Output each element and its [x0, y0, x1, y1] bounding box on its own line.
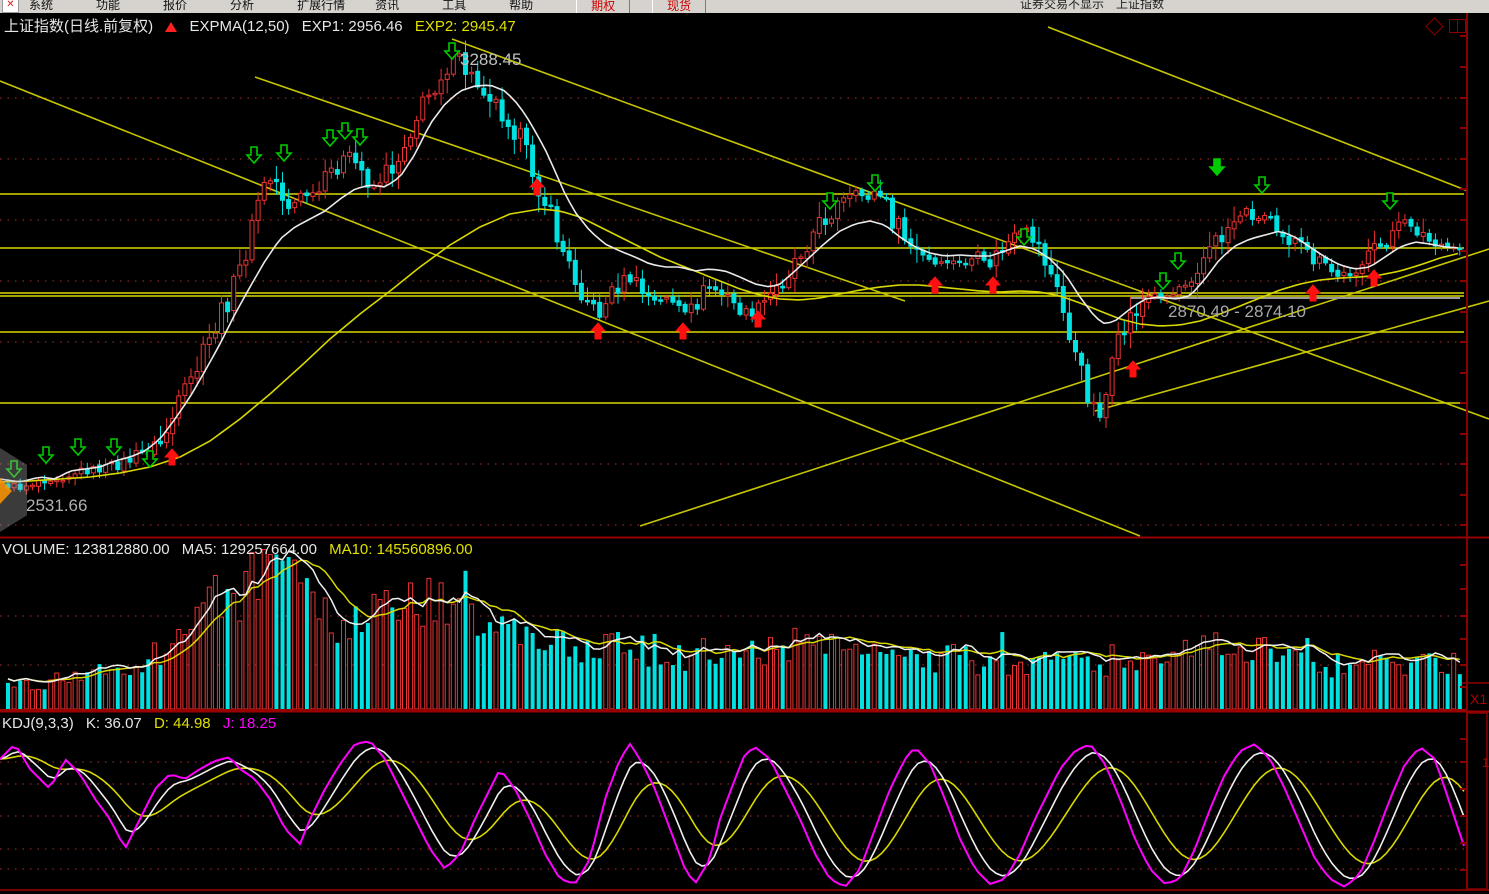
volume-bars: [6, 550, 1462, 709]
volume-header: VOLUME: 123812880.00 MA5: 129257664.00 M…: [2, 541, 481, 558]
app-window: ✕ 系统功能报价分析扩展行情资讯工具帮助 期权 现货 证券交易不显示 上证指数 …: [0, 0, 1489, 894]
chart-root: 上证指数(日线.前复权) EXPMA(12,50) EXP1: 2956.46 …: [0, 13, 1489, 894]
split-window-icon[interactable]: [1449, 19, 1466, 33]
menu-item-2[interactable]: 报价: [163, 0, 187, 13]
gap-range-label: 2870.49 - 2874.10: [1168, 302, 1306, 322]
menu-bar: ✕ 系统 功能 报价 分析 扩展行情 资讯 工具 帮助 期权 现货 证券交易不显示 上证指数: [0, 0, 1489, 14]
menu-item-5[interactable]: 资讯: [375, 0, 399, 13]
exp2-value: EXP2: 2945.47: [415, 18, 516, 35]
low-price-label: 2531.66: [26, 496, 87, 516]
volume-ma5: MA5: 129257664.00: [182, 541, 317, 558]
symbol-title: 上证指数(日线.前复权): [4, 18, 153, 35]
scale-x1-label[interactable]: X1: [1470, 691, 1487, 707]
menu-item-1[interactable]: 功能: [96, 0, 120, 13]
menu-item-0[interactable]: 系统: [29, 0, 53, 13]
high-price-label: 3288.45: [460, 50, 521, 70]
kdj-k-value: K: 36.07: [86, 715, 142, 732]
indicator-name[interactable]: EXPMA(12,50): [190, 18, 290, 35]
chart-canvas[interactable]: [0, 13, 1489, 894]
exp1-value: EXP1: 2956.46: [302, 18, 403, 35]
volume-value: VOLUME: 123812880.00: [2, 541, 170, 558]
menu-item-spot[interactable]: 现货: [652, 0, 706, 14]
signal-arrows: [7, 43, 1397, 477]
menu-item-7[interactable]: 帮助: [509, 0, 533, 13]
expma12-line: [0, 85, 1458, 481]
menu-status-text: 证券交易不显示 上证指数: [1020, 0, 1164, 12]
candles: [6, 41, 1462, 495]
kdj-lines: [0, 742, 1464, 887]
menu-item-options[interactable]: 期权: [576, 0, 630, 14]
trendlines: [0, 27, 1489, 536]
split-window-divider: [1457, 20, 1458, 32]
kdj-name[interactable]: KDJ(9,3,3): [2, 715, 74, 732]
kdj-j-value: J: 18.25: [223, 715, 276, 732]
kdj-d-value: D: 44.98: [154, 715, 211, 732]
slide-handle-arrow-icon: [0, 478, 12, 504]
kdj-header: KDJ(9,3,3) K: 36.07 D: 44.98 J: 18.25: [2, 715, 284, 732]
kdj-axis-label-fragment: 1: [1482, 755, 1489, 770]
menu-item-3[interactable]: 分析: [230, 0, 254, 13]
app-icon[interactable]: ✕: [2, 0, 19, 13]
volume-ma10: MA10: 145560896.00: [329, 541, 472, 558]
menu-item-4[interactable]: 扩展行情: [297, 0, 345, 13]
up-arrow-icon: [165, 22, 177, 32]
menu-item-6[interactable]: 工具: [442, 0, 466, 13]
main-chart-header: 上证指数(日线.前复权) EXPMA(12,50) EXP1: 2956.46 …: [4, 15, 524, 36]
